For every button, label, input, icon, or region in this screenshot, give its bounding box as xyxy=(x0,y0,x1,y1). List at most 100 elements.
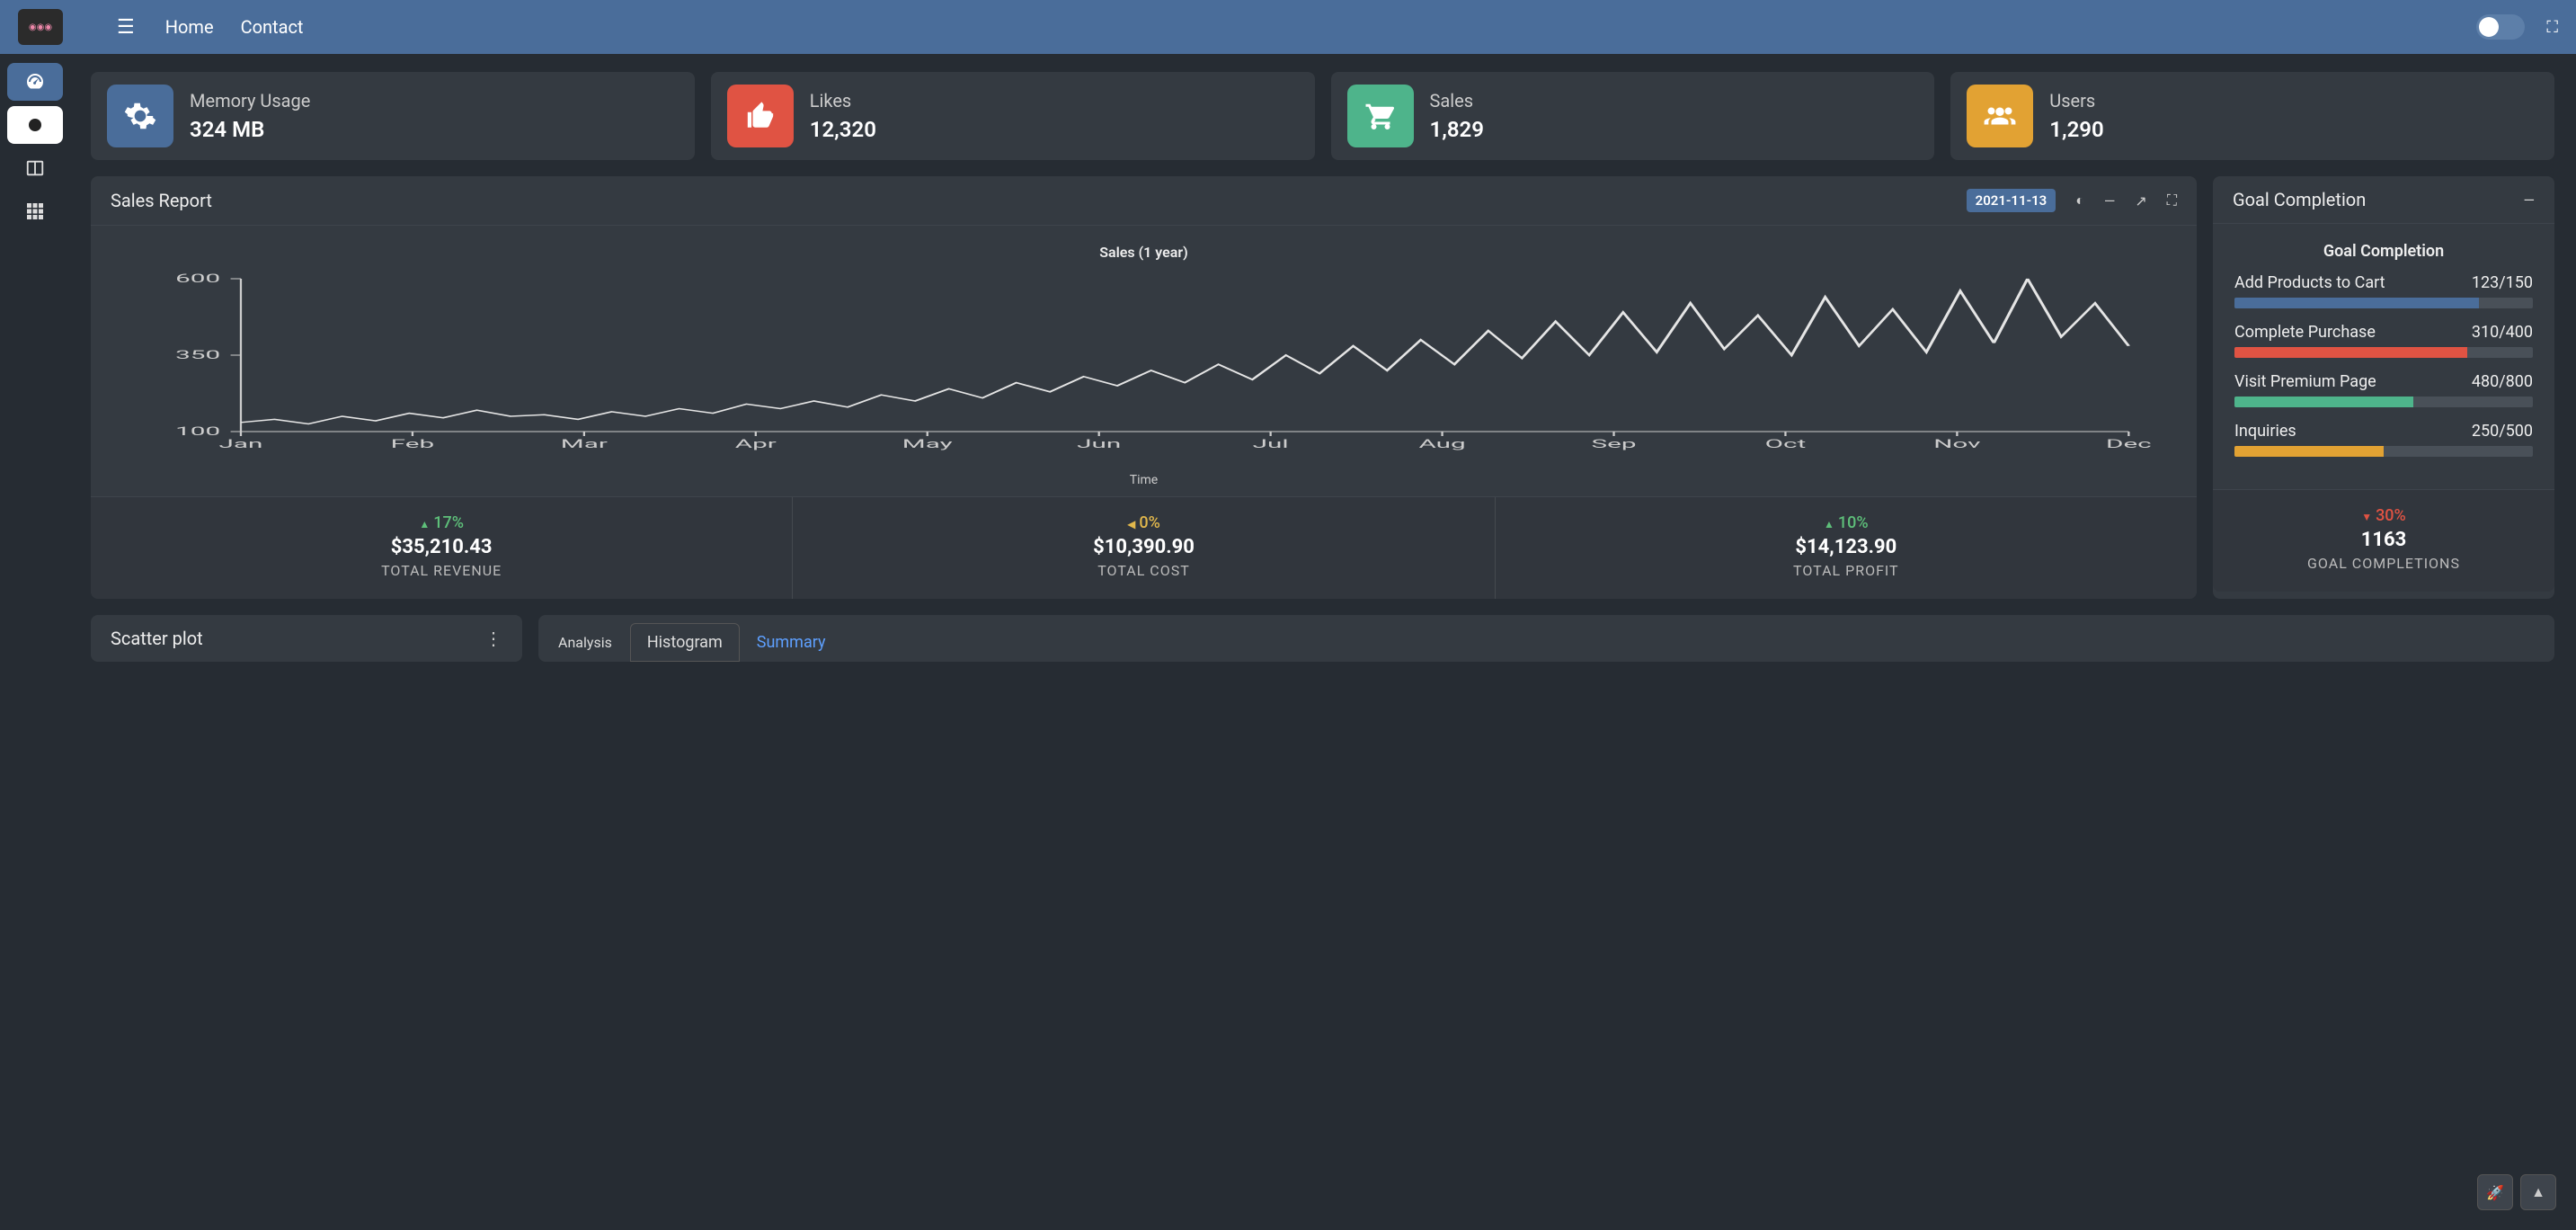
card-value: 12,320 xyxy=(810,117,876,142)
svg-text:Jul: Jul xyxy=(1253,437,1289,450)
fab-rocket[interactable]: 🚀 xyxy=(2477,1174,2513,1210)
progress-bar xyxy=(2234,446,2533,457)
profit-pct: 10% xyxy=(1496,513,2197,532)
nav-contact[interactable]: Contact xyxy=(241,16,304,38)
users-icon xyxy=(1967,85,2033,147)
svg-text:100: 100 xyxy=(175,424,220,438)
popout-icon[interactable]: ↗ xyxy=(2135,192,2146,209)
sidebar xyxy=(0,54,69,680)
thumbs-up-icon xyxy=(727,85,794,147)
svg-text:Feb: Feb xyxy=(391,437,434,450)
cost-pct: 0% xyxy=(793,513,1494,532)
theme-toggle[interactable] xyxy=(2476,14,2525,40)
svg-text:Apr: Apr xyxy=(735,437,777,450)
goal-heading: Goal Completion xyxy=(2234,242,2533,261)
goal-label: Inquiries xyxy=(2234,422,2296,441)
sidebar-item-columns[interactable] xyxy=(7,149,63,187)
menu-toggle-icon[interactable]: ☰ xyxy=(117,16,135,39)
minimize-icon[interactable]: — xyxy=(2104,192,2116,209)
svg-text:Oct: Oct xyxy=(1765,437,1807,450)
goal-item: Inquiries 250/500 xyxy=(2234,422,2533,457)
nav-home[interactable]: Home xyxy=(165,16,214,38)
card-label: Users xyxy=(2049,90,2103,111)
sidebar-item-dashboard[interactable] xyxy=(7,63,63,101)
panel-title: Scatter plot xyxy=(111,628,203,649)
cost-value: $10,390.90 xyxy=(793,536,1494,558)
svg-text:Dec: Dec xyxy=(2106,437,2152,450)
revenue-pct: 17% xyxy=(91,513,792,532)
stat-card-sales: Sales 1,829 xyxy=(1331,72,1935,160)
minimize-icon[interactable]: — xyxy=(2524,192,2536,209)
card-value: 1,290 xyxy=(2049,117,2103,142)
progress-bar xyxy=(2234,347,2533,358)
svg-text:Mar: Mar xyxy=(561,437,608,450)
goal-item: Add Products to Cart 123/150 xyxy=(2234,273,2533,308)
goal-item: Complete Purchase 310/400 xyxy=(2234,323,2533,358)
panel-title: Analysis xyxy=(558,634,612,651)
gear-icon xyxy=(107,85,173,147)
fullscreen-icon[interactable]: ⛶ xyxy=(2546,18,2558,37)
kebab-icon[interactable]: ⋮ xyxy=(484,628,502,649)
scatter-plot-panel: Scatter plot ⋮ xyxy=(91,615,522,662)
panel-title: Sales Report xyxy=(111,190,212,211)
circle-icon xyxy=(26,116,44,134)
svg-text:Aug: Aug xyxy=(1418,437,1465,450)
analysis-panel: Analysis Histogram Summary xyxy=(538,615,2554,662)
goal-label: Complete Purchase xyxy=(2234,323,2376,342)
progress-bar xyxy=(2234,397,2533,407)
sales-report-panel: Sales Report 2021-11-13 ◐ — ↗ ⛶ Sales (1… xyxy=(91,176,2197,599)
profit-value: $14,123.90 xyxy=(1496,536,2197,558)
footer-cost: 0% $10,390.90 TOTAL COST xyxy=(793,497,1495,599)
fab-scroll-top[interactable]: ▲ xyxy=(2520,1174,2556,1210)
footer-profit: 10% $14,123.90 TOTAL PROFIT xyxy=(1496,497,2197,599)
stat-card-users: Users 1,290 xyxy=(1950,72,2554,160)
panel-title: Goal Completion xyxy=(2233,189,2366,210)
sidebar-item-grid[interactable] xyxy=(7,192,63,230)
card-label: Sales xyxy=(1430,90,1484,111)
svg-text:350: 350 xyxy=(175,348,220,361)
goal-footer-value: 1163 xyxy=(2213,529,2554,551)
svg-text:Sep: Sep xyxy=(1591,437,1636,450)
goal-value: 310/400 xyxy=(2472,323,2533,342)
app-logo: ◉◉◉ xyxy=(18,9,63,45)
revenue-value: $35,210.43 xyxy=(91,536,792,558)
svg-text:Jan: Jan xyxy=(219,437,263,450)
profit-label: TOTAL PROFIT xyxy=(1496,562,2197,579)
expand-icon[interactable]: ⛶ xyxy=(2167,192,2177,209)
tab-histogram[interactable]: Histogram xyxy=(630,623,740,662)
stat-card-memory: Memory Usage 324 MB xyxy=(91,72,695,160)
svg-text:Nov: Nov xyxy=(1933,437,1980,450)
card-label: Memory Usage xyxy=(190,90,310,111)
columns-icon xyxy=(25,158,45,178)
gauge-icon xyxy=(24,71,46,93)
date-badge[interactable]: 2021-11-13 xyxy=(1967,189,2056,212)
goal-value: 250/500 xyxy=(2472,422,2533,441)
svg-text:600: 600 xyxy=(175,272,220,285)
goal-value: 123/150 xyxy=(2472,273,2533,292)
sidebar-item-record[interactable] xyxy=(7,106,63,144)
cart-icon xyxy=(1347,85,1414,147)
contrast-icon[interactable]: ◐ xyxy=(2075,192,2084,209)
chart-xlabel: Time xyxy=(118,473,2170,487)
goal-footer-label: GOAL COMPLETIONS xyxy=(2213,555,2554,572)
tab-summary[interactable]: Summary xyxy=(740,623,843,662)
card-value: 1,829 xyxy=(1430,117,1484,142)
goal-completion-panel: Goal Completion — Goal Completion Add Pr… xyxy=(2213,176,2554,599)
stat-card-likes: Likes 12,320 xyxy=(711,72,1315,160)
footer-revenue: 17% $35,210.43 TOTAL REVENUE xyxy=(91,497,793,599)
sales-line-chart: 100 350 600 Jan Feb Mar Apr May Jun Jul Aug Sep Oct N… xyxy=(118,270,2170,468)
goal-footer-pct: 30% xyxy=(2213,506,2554,525)
topbar: ◉◉◉ ☰ Home Contact ⛶ xyxy=(0,0,2576,54)
card-label: Likes xyxy=(810,90,876,111)
cost-label: TOTAL COST xyxy=(793,562,1494,579)
revenue-label: TOTAL REVENUE xyxy=(91,562,792,579)
svg-text:Jun: Jun xyxy=(1077,437,1121,450)
goal-label: Visit Premium Page xyxy=(2234,372,2376,391)
goal-item: Visit Premium Page 480/800 xyxy=(2234,372,2533,407)
progress-bar xyxy=(2234,298,2533,308)
goal-value: 480/800 xyxy=(2472,372,2533,391)
svg-text:May: May xyxy=(902,437,953,450)
goal-label: Add Products to Cart xyxy=(2234,273,2385,292)
chart-title: Sales (1 year) xyxy=(118,244,2170,261)
grid-icon xyxy=(26,202,44,220)
